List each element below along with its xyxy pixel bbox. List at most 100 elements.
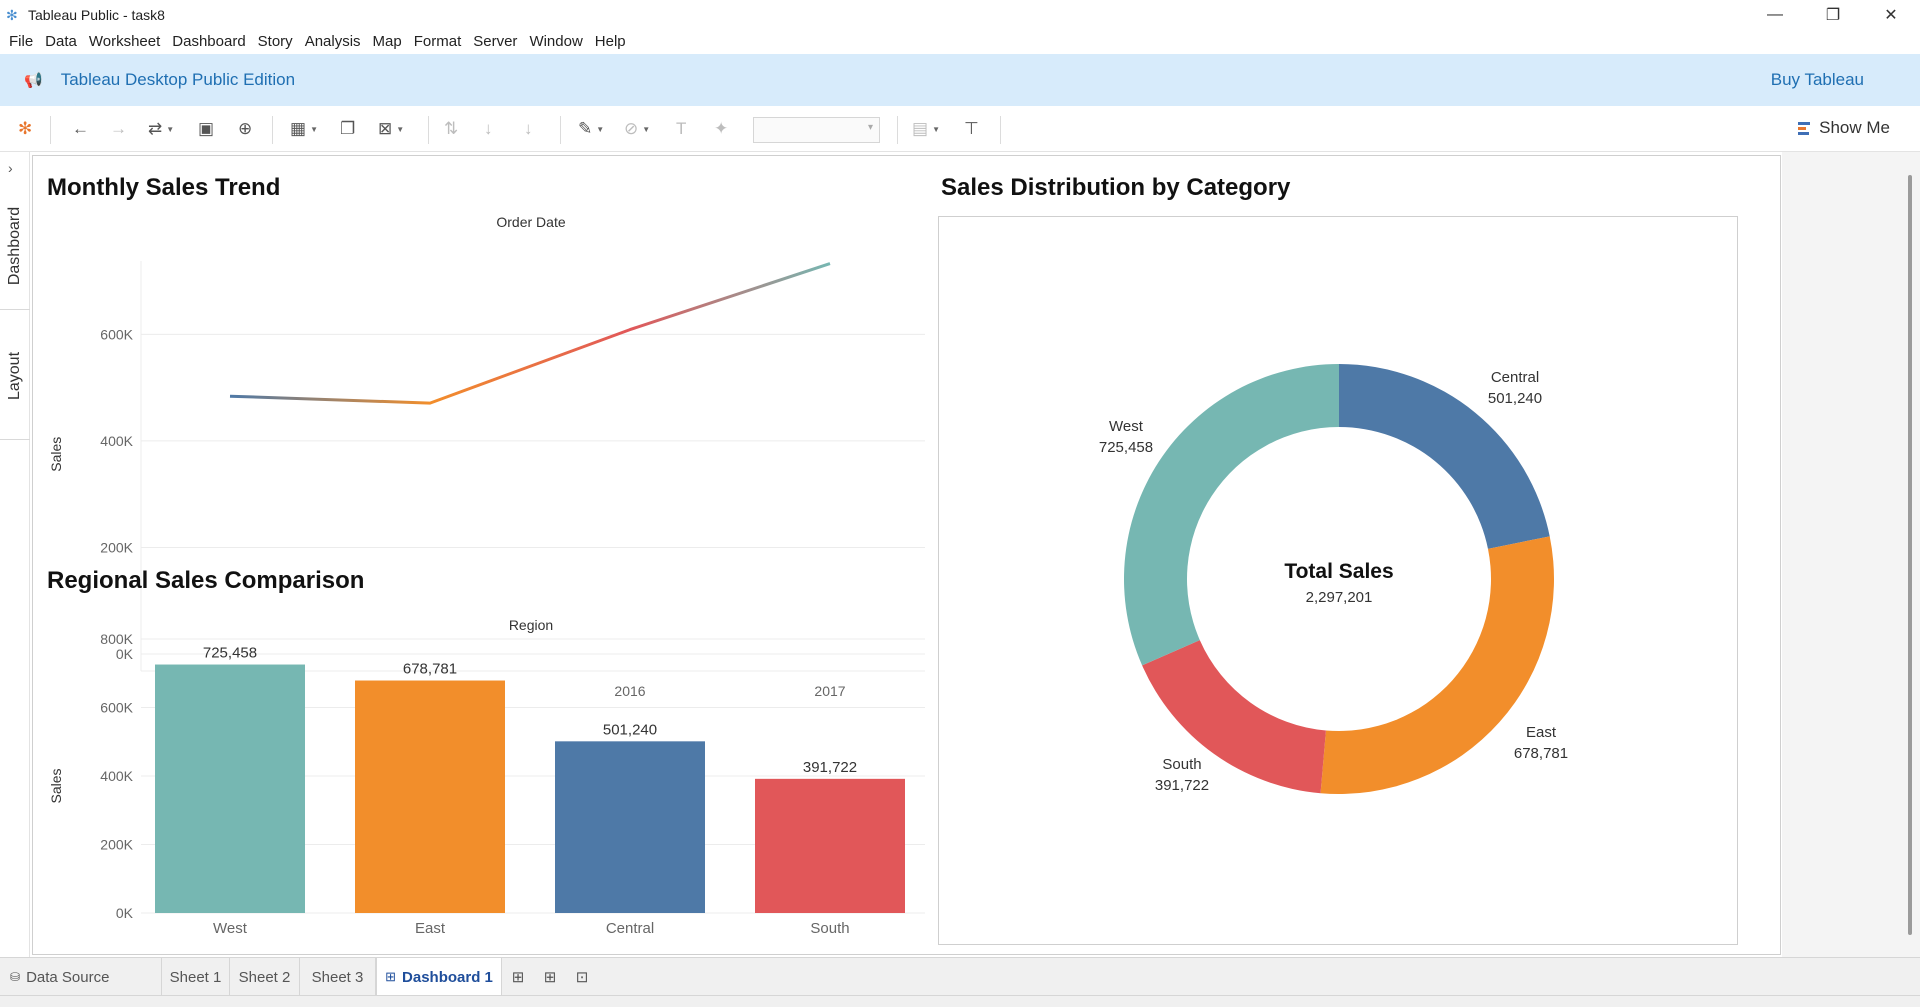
dashboard-canvas: Monthly Sales Trend Order Date Sales 0K 200… [32, 155, 1781, 955]
donut-chart-frame: Central 501,240 East 678,781 South 391,722 Wes… [938, 216, 1738, 945]
expand-panel-icon[interactable]: › [8, 160, 13, 176]
line-chart-ytick: 200K [100, 539, 133, 555]
new-data-source-icon[interactable]: ⊕ [238, 118, 252, 140]
replace-data-source-icon[interactable]: ⇄ ▼ [148, 118, 174, 140]
show-mark-labels-icon[interactable]: T [676, 118, 686, 140]
menu-analysis[interactable]: Analysis [300, 33, 368, 50]
new-worksheet-icon[interactable]: ▦ ▼ [290, 118, 318, 140]
bar-east [355, 680, 505, 913]
minimize-icon[interactable]: — [1746, 0, 1804, 29]
layout-side-tab[interactable]: Layout [0, 312, 30, 440]
line-chart-ytick: 400K [100, 433, 133, 449]
new-dashboard-tab-icon[interactable]: ⊞ [540, 967, 560, 987]
close-icon[interactable]: ✕ [1862, 0, 1920, 29]
menu-server[interactable]: Server [468, 33, 524, 50]
group-members-icon[interactable]: ⊘ ▼ [624, 118, 650, 140]
donut-category-label: West [1109, 418, 1144, 435]
donut-center-value: 2,297,201 [1306, 589, 1373, 606]
dashboard-side-tab[interactable]: Dashboard [0, 182, 30, 310]
sort-ascending-icon[interactable]: ↓ [484, 118, 493, 140]
donut-center-title: Total Sales [1284, 560, 1393, 583]
duplicate-sheet-icon[interactable]: ❐ [340, 118, 355, 140]
sheet-tab[interactable]: Sheet 1 [162, 958, 230, 996]
sheet-tab-label: Sheet 3 [311, 968, 364, 986]
menu-window[interactable]: Window [524, 33, 589, 50]
sheet-tab-bar: ⛁ Data Source Sheet 1 Sheet 2 Sheet 3 ⊞ … [0, 957, 1920, 996]
menu-file[interactable]: File [4, 33, 40, 50]
toolbar-separator [1000, 116, 1001, 144]
bar-chart-title: Regional Sales Comparison [47, 567, 365, 594]
status-bar [0, 995, 1920, 1007]
menu-worksheet[interactable]: Worksheet [84, 33, 167, 50]
toolbar-separator [560, 116, 561, 144]
line-chart-ylabel: Sales [48, 437, 64, 472]
show-me-label: Show Me [1819, 118, 1890, 137]
bar-category-label: Central [606, 920, 654, 937]
show-cards-icon[interactable]: ▤ ▼ [912, 118, 940, 140]
sheet-tab-label: Sheet 2 [238, 968, 291, 986]
bar-south [755, 778, 905, 913]
fit-dropdown[interactable] [753, 117, 880, 143]
data-source-tab-label: Data Source [26, 968, 110, 986]
window-title: Tableau Public - task8 [28, 6, 165, 23]
sort-descending-icon[interactable]: ↓ [524, 118, 533, 140]
donut-value-label: 725,458 [1099, 439, 1153, 456]
sheet-tab[interactable]: Sheet 2 [230, 958, 300, 996]
menu-map[interactable]: Map [368, 33, 409, 50]
line-chart-title: Monthly Sales Trend [47, 174, 281, 201]
menu-format[interactable]: Format [409, 33, 469, 50]
new-story-tab-icon[interactable]: ⊡ [572, 967, 592, 987]
menu-help[interactable]: Help [590, 33, 633, 50]
presentation-mode-icon[interactable]: ⊤ [964, 118, 979, 140]
menu-data[interactable]: Data [40, 33, 84, 50]
fix-axes-icon[interactable]: ✦ [714, 118, 728, 140]
line-chart-ytick: 600K [100, 326, 133, 342]
toolbar: ✻ ← → ⇄▼ ▣ ⊕ ▦▼ ❐ ⊠▼ ⇅ ↓ ↓ ✎▼ ⊘▼ T ✦ ▤▼ … [0, 106, 1920, 152]
toolbar-separator [272, 116, 273, 144]
save-icon[interactable]: ▣ [198, 118, 214, 140]
megaphone-icon: 📢 [24, 72, 43, 89]
right-gutter [1782, 152, 1920, 957]
toolbar-separator [428, 116, 429, 144]
restore-icon[interactable]: ❐ [1804, 0, 1862, 29]
show-me-button[interactable]: Show Me [1798, 118, 1890, 138]
sheet-tab[interactable]: Sheet 3 [300, 958, 376, 996]
vertical-scrollbar[interactable] [1908, 175, 1912, 935]
line-chart-series [229, 262, 831, 405]
donut-slice-west [1124, 364, 1339, 666]
dashboard-side-tab-label: Dashboard [6, 206, 23, 285]
toolbar-separator [50, 116, 51, 144]
edition-banner: 📢 Tableau Desktop Public Edition Buy Tab… [0, 54, 1920, 106]
bar-category-label: East [415, 920, 446, 937]
bar-chart-ytick: 400K [100, 768, 133, 784]
bar-chart-ytick: 600K [100, 700, 133, 716]
side-panel: › Dashboard Layout [0, 152, 30, 957]
donut-chart-title: Sales Distribution by Category [941, 174, 1291, 201]
edition-label: Tableau Desktop Public Edition [60, 70, 296, 89]
donut-category-label: East [1526, 724, 1557, 741]
donut-chart[interactable]: Central 501,240 East 678,781 South 391,722 Wes… [939, 217, 1737, 944]
clear-sheet-icon[interactable]: ⊠ ▼ [378, 118, 404, 140]
bar-chart-header: Region [509, 617, 553, 633]
bar-value-label: 725,458 [203, 645, 257, 662]
tableau-home-icon[interactable]: ✻ [18, 118, 32, 140]
data-source-tab[interactable]: ⛁ Data Source [0, 958, 162, 996]
bar-chart-ylabel: Sales [48, 768, 64, 803]
bar-chart[interactable]: Region Sales 0K 200K 400K 600K 800K 725,458 West… [33, 606, 933, 951]
tableau-logo-icon: ✻ [6, 6, 18, 23]
bar-value-label: 391,722 [803, 759, 857, 776]
bar-chart-ytick: 0K [116, 905, 134, 921]
sheet-tab-label: Sheet 1 [169, 968, 222, 986]
dashboard-tab-label: Dashboard 1 [402, 968, 493, 986]
redo-icon[interactable]: → [110, 118, 127, 140]
new-worksheet-tab-icon[interactable]: ⊞ [508, 967, 528, 987]
swap-rows-columns-icon[interactable]: ⇅ [444, 118, 458, 140]
menu-dashboard[interactable]: Dashboard [167, 33, 252, 50]
menu-story[interactable]: Story [253, 33, 300, 50]
donut-value-label: 501,240 [1488, 390, 1542, 407]
highlight-icon[interactable]: ✎ ▼ [578, 118, 604, 140]
undo-icon[interactable]: ← [72, 118, 89, 140]
buy-tableau-link[interactable]: Buy Tableau [1771, 70, 1864, 90]
menu-bar: File Data Worksheet Dashboard Story Anal… [0, 29, 1920, 54]
dashboard-tab[interactable]: ⊞ Dashboard 1 [376, 958, 502, 996]
